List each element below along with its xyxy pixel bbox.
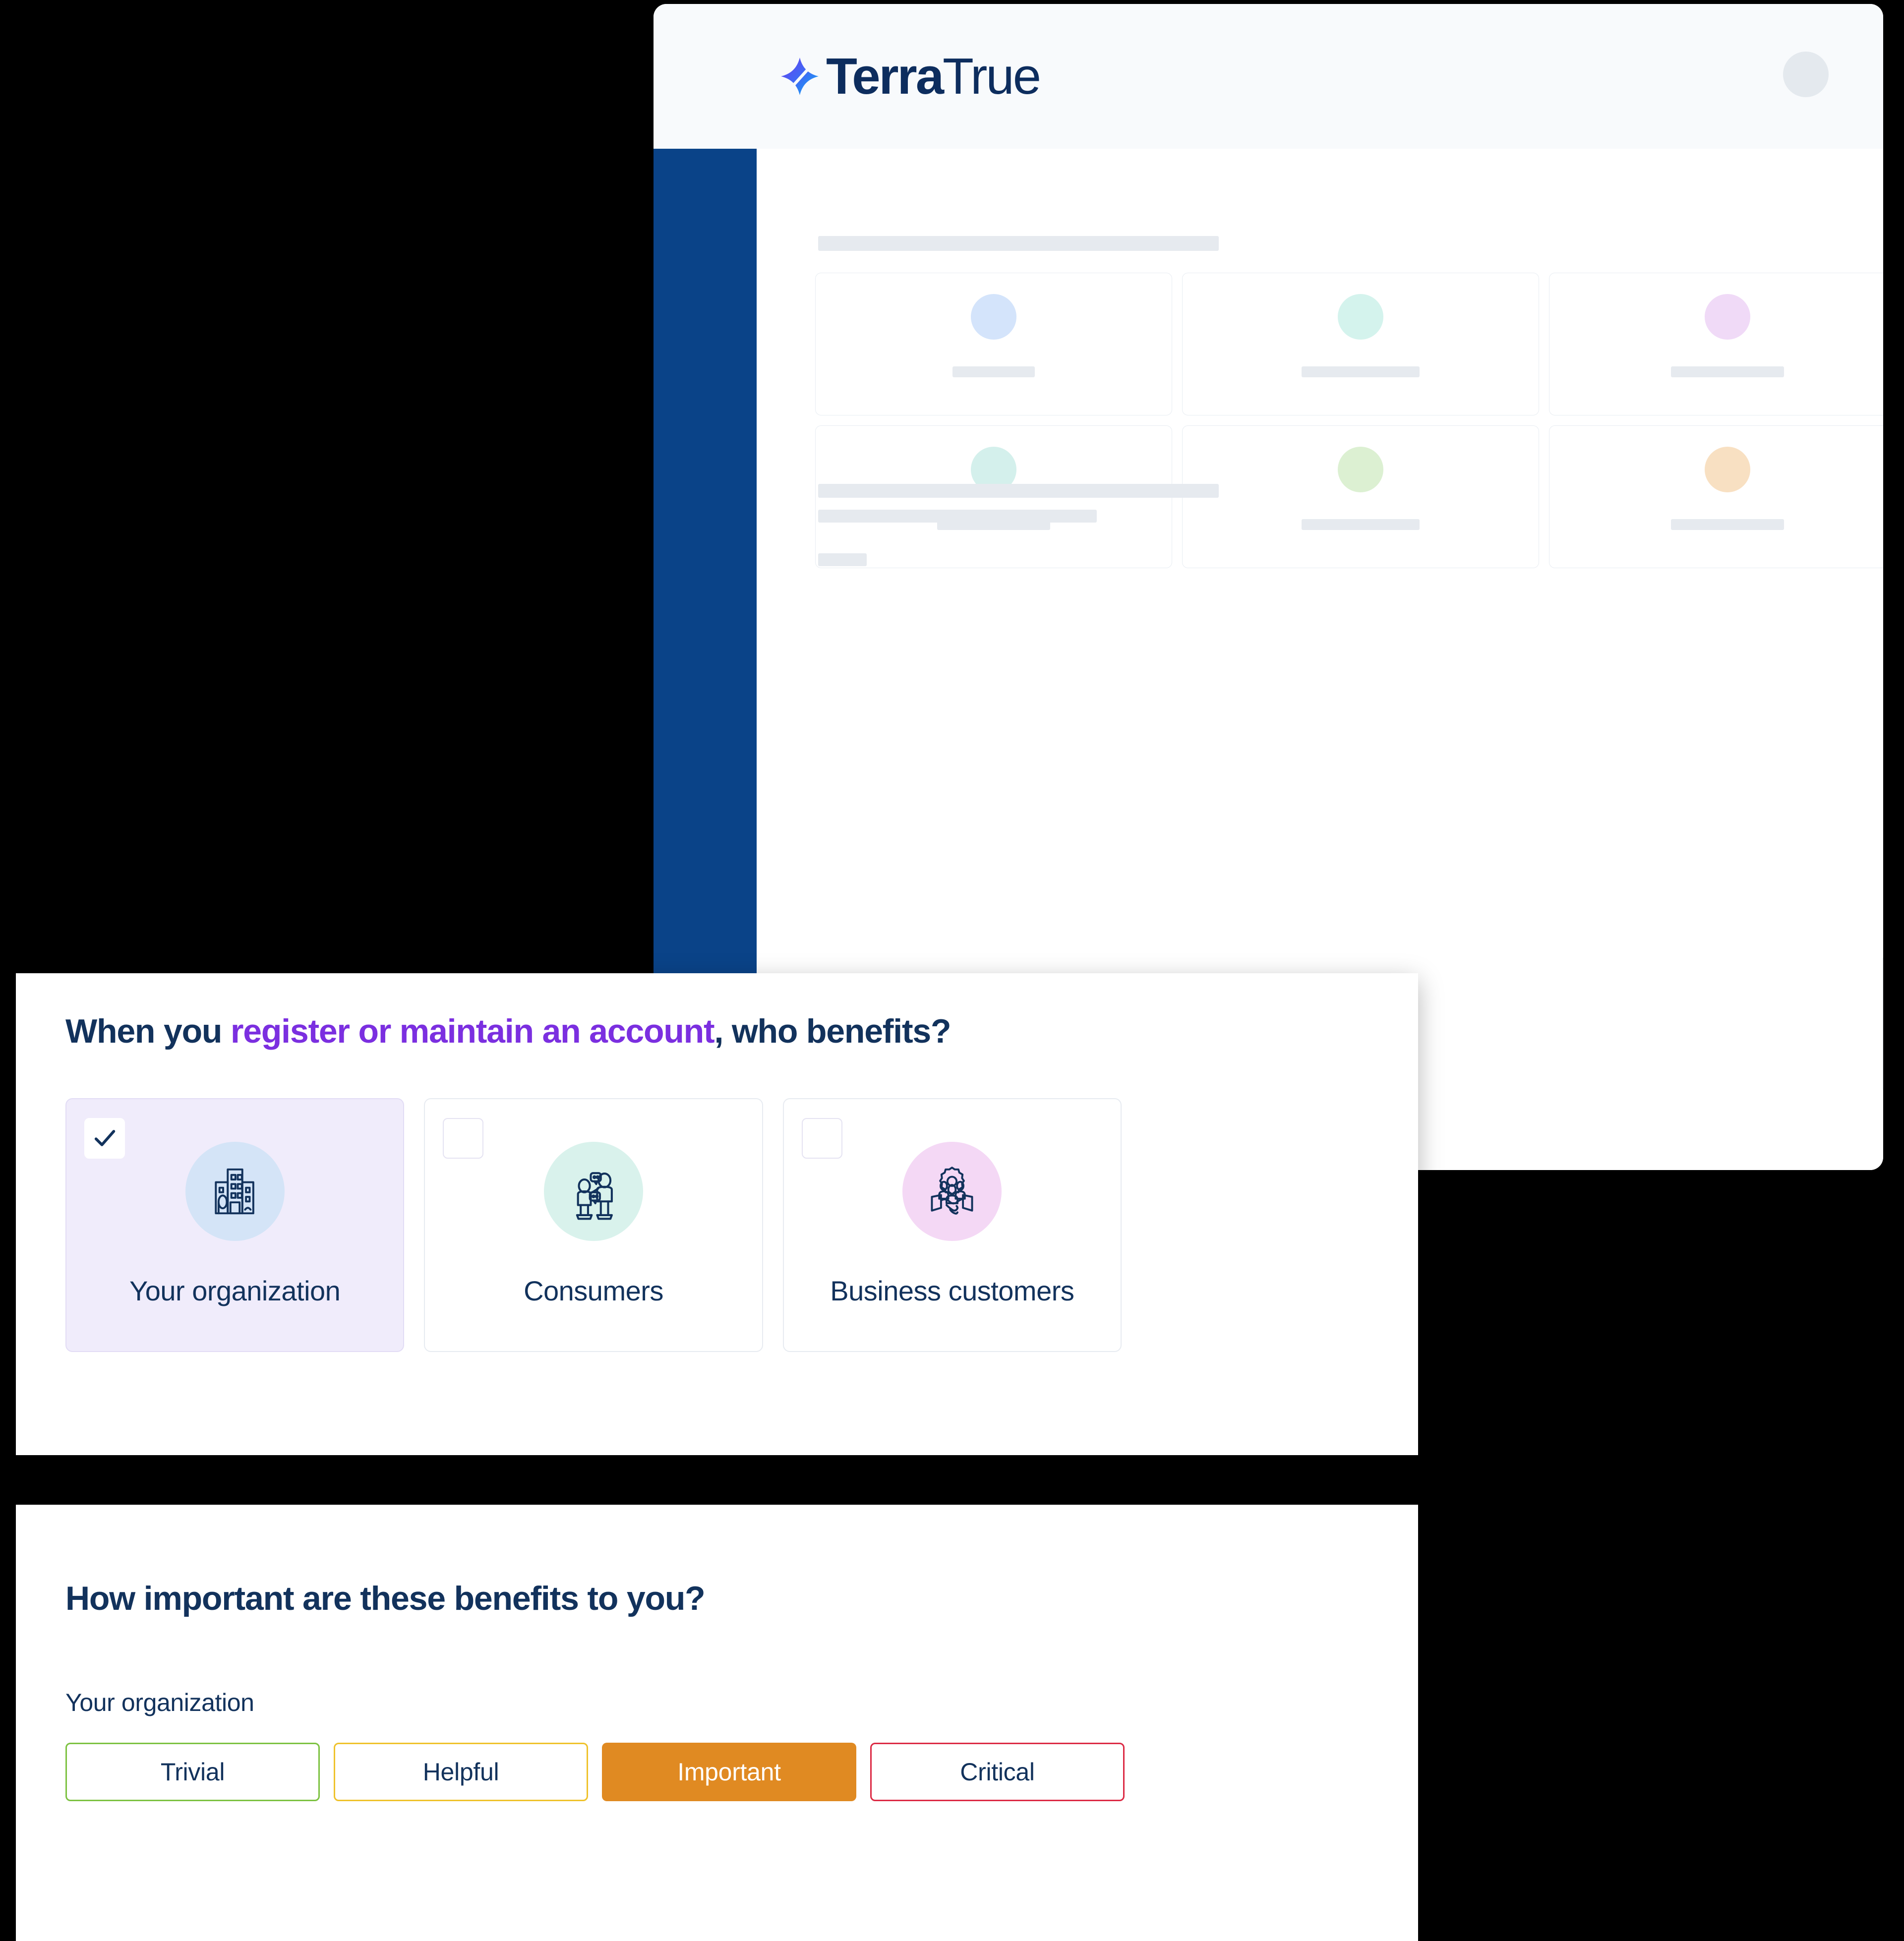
importance-subject-label: Your organization [65, 1689, 254, 1716]
placeholder-label-bar [952, 366, 1035, 377]
page-title: When you register or maintain an account… [65, 1012, 952, 1051]
app-header: Terra True [654, 4, 1883, 149]
rating-button-trivial[interactable]: Trivial [65, 1743, 320, 1801]
benefit-option-label: Consumers [524, 1275, 663, 1306]
two-people-icon [543, 1142, 643, 1241]
logo-text-terra: Terra [826, 48, 944, 105]
placeholder-card [1182, 273, 1539, 415]
rating-button-group: Trivial Helpful Important Critical [65, 1743, 1125, 1801]
app-sidebar [654, 149, 757, 978]
logo-text-true: True [943, 48, 1041, 105]
empty-checkbox-icon[interactable] [443, 1118, 484, 1159]
placeholder-avatar-circle [1705, 447, 1750, 492]
terratrue-logo[interactable]: Terra True [778, 48, 1041, 105]
placeholder-avatar-circle [971, 294, 1016, 340]
question-prefix: When you [65, 1012, 231, 1050]
benefit-option-label: Your organization [129, 1275, 341, 1306]
placeholder-card-grid [815, 273, 1883, 568]
rating-button-critical[interactable]: Critical [870, 1743, 1125, 1801]
placeholder-avatar-circle [1338, 447, 1383, 492]
placeholder-label-bar [1302, 366, 1420, 377]
logo-wordmark: Terra True [826, 48, 1041, 105]
benefit-option-card[interactable]: Consumers [424, 1098, 763, 1352]
placeholder-summary-card [1882, 954, 1883, 1094]
page-title: How important are these benefits to you? [65, 1580, 706, 1617]
placeholder-card [1549, 425, 1883, 568]
placeholder-label-bar [1302, 519, 1420, 530]
benefit-option-label: Business customers [830, 1275, 1074, 1306]
placeholder-label-bar [1671, 366, 1784, 377]
checkmark-icon[interactable] [84, 1118, 125, 1159]
rating-button-important[interactable]: Important [602, 1743, 856, 1801]
avatar[interactable] [1783, 52, 1829, 97]
question-suffix: , who benefits? [714, 1012, 951, 1050]
placeholder-text-bar [818, 510, 1097, 523]
placeholder-label-bar [1671, 519, 1784, 530]
placeholder-heading-bar [818, 236, 1219, 251]
handshake-gear-people-icon [902, 1142, 1002, 1241]
benefits-question-panel: When you register or maintain an account… [16, 973, 1418, 1455]
placeholder-card [1182, 425, 1539, 568]
rating-button-helpful[interactable]: Helpful [334, 1743, 588, 1801]
benefit-option-card[interactable]: Your organization [65, 1098, 405, 1352]
placeholder-text-bar [818, 484, 1219, 498]
benefit-options-group: Your organization Consumers Business custo… [65, 1098, 1122, 1352]
office-buildings-icon [185, 1142, 285, 1241]
empty-checkbox-icon[interactable] [801, 1118, 842, 1159]
placeholder-text-bar [818, 553, 867, 566]
importance-question-panel: How important are these benefits to you?… [16, 1505, 1418, 1941]
placeholder-avatar-circle [1705, 294, 1750, 340]
benefit-option-card[interactable]: Business customers [782, 1098, 1122, 1352]
placeholder-card [815, 273, 1172, 415]
placeholder-avatar-circle [1338, 294, 1383, 340]
terratrue-star-icon [781, 56, 820, 96]
placeholder-card [1549, 273, 1883, 415]
question-highlight: register or maintain an account [230, 1012, 715, 1050]
